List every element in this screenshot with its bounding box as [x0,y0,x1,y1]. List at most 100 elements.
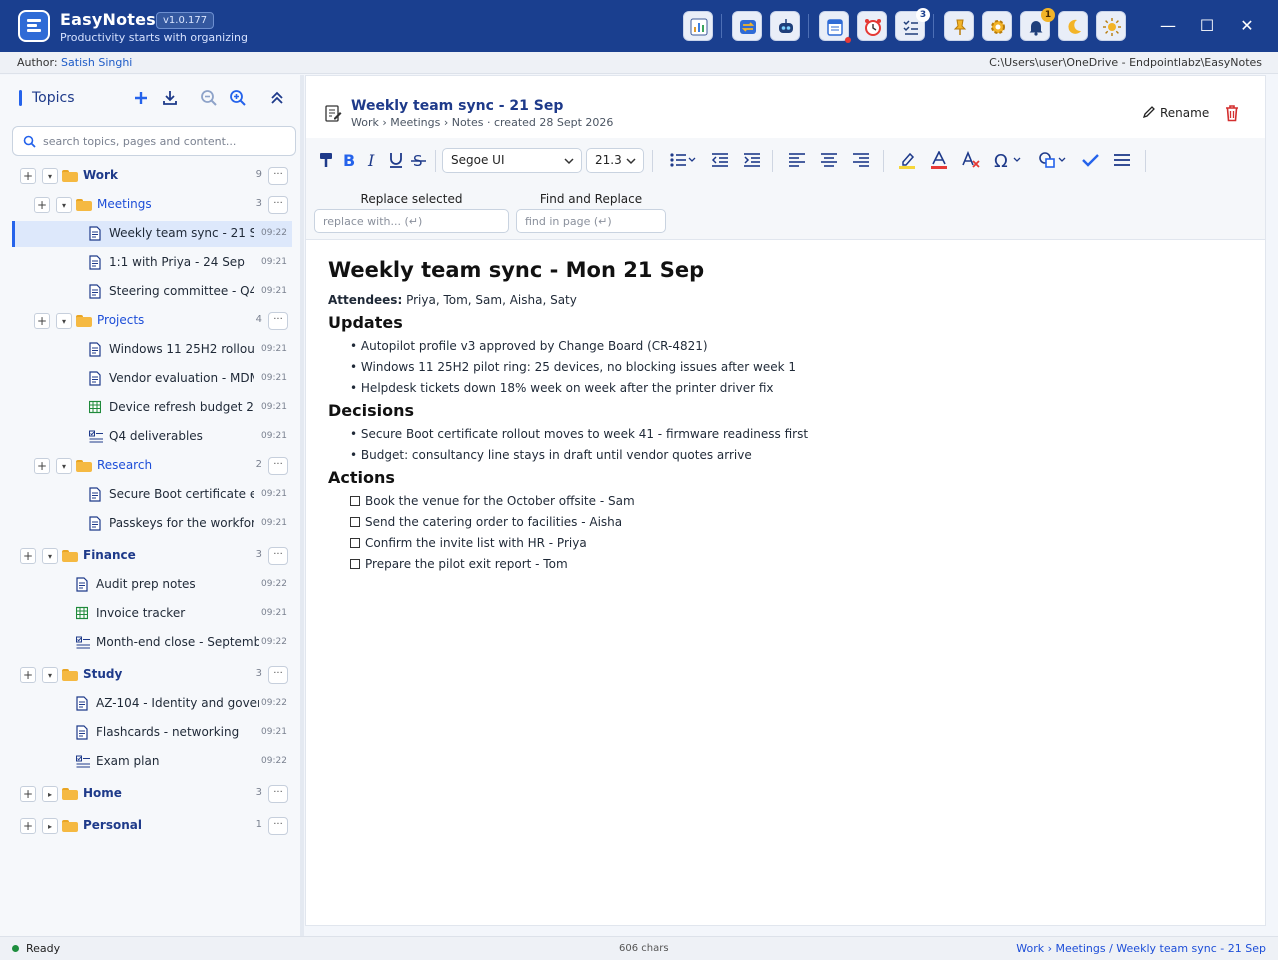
sync-button[interactable] [732,11,762,41]
add-child-button[interactable]: + [34,458,50,474]
page-row[interactable]: 1:1 with Priya - 24 Sep 09:21 [12,250,292,276]
page-row[interactable]: Month-end close - September 09:22 [12,630,292,656]
outdent-button[interactable] [708,149,734,171]
special-characters-button[interactable]: Ω [991,149,1025,171]
item-count: 3 [255,198,262,209]
add-child-button[interactable]: + [20,667,36,683]
add-child-button[interactable]: + [20,168,36,184]
expand-arrow-icon[interactable]: ▸ [42,786,58,802]
author-label: Author: [17,56,58,69]
page-row[interactable]: Q4 deliverables 09:21 [12,424,292,450]
close-window-button[interactable]: ✕ [1235,14,1259,38]
collapse-all-button[interactable] [266,87,288,109]
insert-shape-button[interactable] [1036,149,1070,171]
topic-row[interactable]: + ▸ Home 3 ··· [12,781,292,807]
page-row[interactable]: Windows 11 25H2 rollout 09:21 [12,337,292,363]
page-row[interactable]: Vendor evaluation - MDM 09:21 [12,366,292,392]
more-options-button[interactable]: ··· [268,457,288,475]
more-options-button[interactable]: ··· [268,817,288,835]
page-row[interactable]: Invoice tracker 09:21 [12,601,292,627]
collapse-arrow-icon[interactable]: ▾ [56,313,72,329]
align-left-button[interactable] [785,149,811,171]
more-options-button[interactable]: ··· [268,312,288,330]
align-center-button[interactable] [817,149,843,171]
more-options-button[interactable]: ··· [268,167,288,185]
strikethrough-button[interactable]: S [407,149,433,171]
font-color-button[interactable] [927,149,953,171]
page-row[interactable]: Exam plan 09:22 [12,749,292,775]
collapse-arrow-icon[interactable]: ▾ [42,548,58,564]
clear-format-button[interactable] [958,149,984,171]
topic-row[interactable]: + ▾ Finance 3 ··· [12,543,292,569]
sidebar-splitter[interactable] [300,75,304,936]
dark-mode-button[interactable] [1058,11,1088,41]
find-input[interactable] [516,209,666,233]
add-child-button[interactable]: + [34,197,50,213]
collapse-arrow-icon[interactable]: ▾ [42,667,58,683]
rename-button[interactable]: Rename [1142,103,1209,123]
page-row[interactable]: AZ-104 - Identity and gover... 09:22 [12,691,292,717]
pin-button[interactable] [944,11,974,41]
page-row[interactable]: Weekly team sync - 21 Sep 09:22 [12,221,292,247]
highlight-button[interactable] [895,149,921,171]
task-item: Send the catering order to facilities - … [350,515,622,529]
horizontal-rule-button[interactable] [1110,149,1136,171]
add-topic-button[interactable] [130,87,152,109]
folder-row[interactable]: + ▾ Research 2 ··· [12,453,292,479]
page-row[interactable]: Secure Boot certificate ex... 09:21 [12,482,292,508]
task-checkbox[interactable] [350,517,360,527]
assistant-button[interactable] [770,11,800,41]
page-row[interactable]: Flashcards - networking 09:21 [12,720,292,746]
font-family-value: Segoe UI [451,153,505,167]
expand-arrow-icon[interactable]: ▸ [42,818,58,834]
add-child-button[interactable]: + [20,548,36,564]
task-checkbox[interactable] [350,559,360,569]
more-options-button[interactable]: ··· [268,547,288,565]
search-input[interactable] [43,132,287,150]
zoom-out-button[interactable] [198,87,220,109]
spell-check-button[interactable] [1078,149,1104,171]
tasks-button[interactable]: 3 [895,8,930,41]
status-breadcrumb[interactable]: Work › Meetings / Weekly team sync - 21 … [1016,937,1266,960]
task-checkbox[interactable] [350,496,360,506]
svg-text:I: I [367,151,375,169]
collapse-arrow-icon[interactable]: ▾ [42,168,58,184]
topic-row[interactable]: + ▸ Personal 1 ··· [12,813,292,839]
delete-trash-icon[interactable] [1224,104,1240,122]
collapse-arrow-icon[interactable]: ▾ [56,458,72,474]
more-options-button[interactable]: ··· [268,196,288,214]
replace-input[interactable] [314,209,509,233]
author-name-link[interactable]: Satish Singhi [61,56,132,69]
add-child-button[interactable]: + [20,786,36,802]
folder-row[interactable]: + ▾ Meetings 3 ··· [12,192,292,218]
font-family-select[interactable]: Segoe UI [442,148,582,173]
page-row[interactable]: Passkeys for the workforce 09:21 [12,511,292,537]
page-row[interactable]: Device refresh budget 2026 09:21 [12,395,292,421]
more-options-button[interactable]: ··· [268,666,288,684]
page-row[interactable]: Steering committee - Q4... 09:21 [12,279,292,305]
add-child-button[interactable]: + [20,818,36,834]
settings-button[interactable] [982,11,1012,41]
bullet-list-button[interactable] [666,149,698,171]
more-options-button[interactable]: ··· [268,785,288,803]
add-child-button[interactable]: + [34,313,50,329]
topic-row[interactable]: + ▾ Work 9 ··· [12,163,292,189]
task-checkbox[interactable] [350,538,360,548]
align-right-button[interactable] [849,149,875,171]
notifications-button[interactable]: 1 [1020,8,1055,41]
indent-button[interactable] [740,149,766,171]
page-row[interactable]: Audit prep notes 09:22 [12,572,292,598]
font-size-select[interactable]: 21.3 [586,148,644,173]
topic-row[interactable]: + ▾ Study 3 ··· [12,662,292,688]
light-mode-button[interactable] [1096,11,1126,41]
collapse-arrow-icon[interactable]: ▾ [56,197,72,213]
alarm-button[interactable] [857,11,887,41]
import-button[interactable] [159,87,181,109]
folder-row[interactable]: + ▾ Projects 4 ··· [12,308,292,334]
dashboard-button[interactable] [683,11,713,41]
maximize-button[interactable]: ☐ [1195,14,1219,38]
planner-button[interactable] [819,11,851,43]
zoom-in-button[interactable] [227,87,249,109]
minimize-button[interactable]: — [1156,14,1180,38]
page-time: 09:22 [261,698,287,708]
